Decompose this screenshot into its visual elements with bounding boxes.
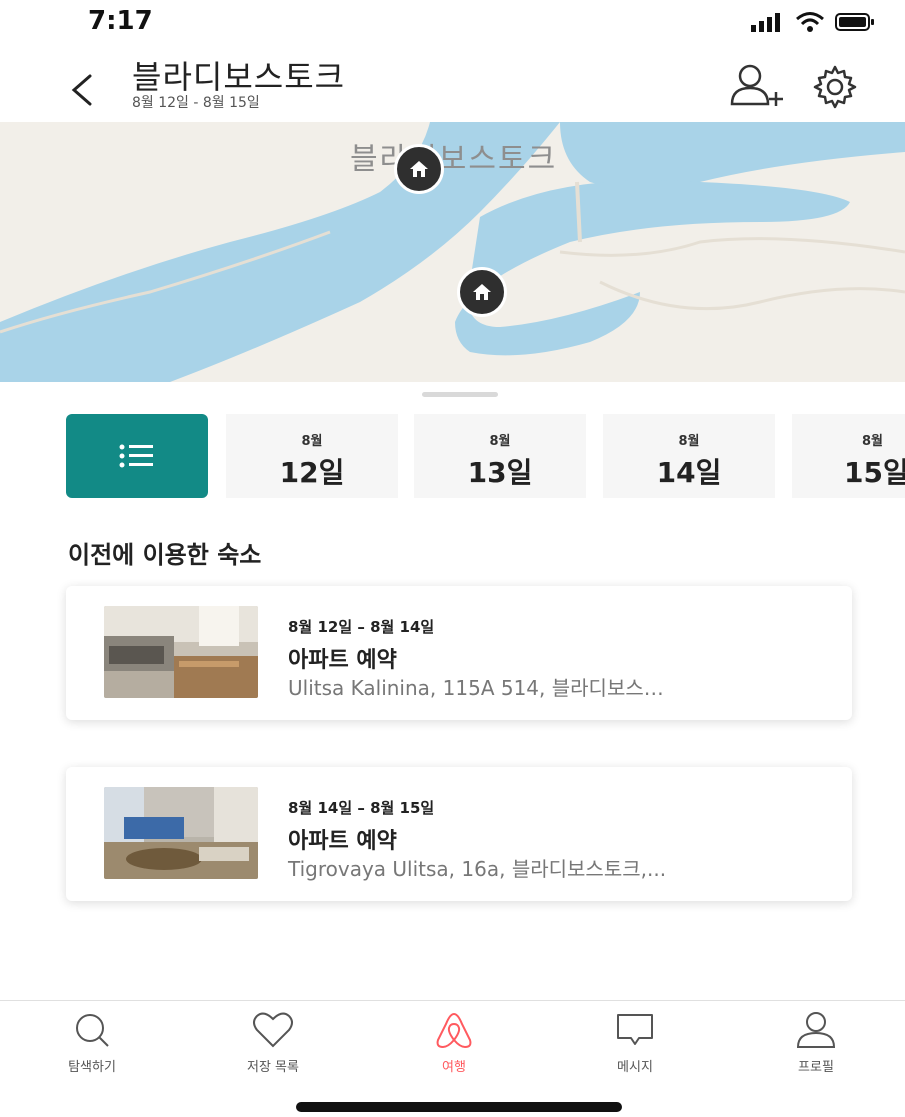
- date-month: 8월: [678, 434, 700, 449]
- home-icon: [473, 284, 491, 300]
- nav-label: 탐색하기: [68, 1060, 116, 1075]
- nav-label: 메시지: [617, 1060, 653, 1075]
- date-tab-15[interactable]: 8월 15일: [792, 414, 905, 498]
- settings-button[interactable]: [812, 64, 858, 110]
- signal-icon: [751, 13, 780, 32]
- nav-label: 여행: [442, 1060, 466, 1075]
- date-day: 15일: [844, 456, 905, 489]
- search-icon: [76, 1014, 109, 1047]
- profile-icon: [796, 1012, 836, 1048]
- chevron-left-icon: [71, 74, 92, 106]
- list-icon: [119, 444, 153, 468]
- date-day: 12일: [279, 456, 345, 489]
- nav-profile[interactable]: 프로필: [746, 1010, 886, 1080]
- status-time: 7:17: [88, 6, 153, 36]
- nav-trips[interactable]: 여행: [384, 1010, 524, 1080]
- reservation-address: Ulitsa Kalinina, 115A 514, 블라디보스…: [288, 676, 664, 700]
- date-tab-12[interactable]: 8월 12일: [226, 414, 398, 498]
- listing-photo: [104, 606, 258, 698]
- battery-icon: [835, 13, 874, 31]
- reservation-card[interactable]: 8월 14일 – 8월 15일 아파트 예약 Tigrovaya Ulitsa,…: [66, 767, 852, 901]
- nav-saved[interactable]: 저장 목록: [203, 1010, 343, 1080]
- date-month: 8월: [301, 434, 323, 449]
- date-month: 8월: [489, 434, 511, 449]
- reservation-title: 아파트 예약: [288, 829, 397, 854]
- trip-dates: 8월 12일 - 8월 15일: [132, 95, 260, 111]
- airbnb-logo-icon: [436, 1012, 472, 1049]
- date-month: 8월: [862, 434, 884, 449]
- list-view-button[interactable]: [66, 414, 208, 498]
- section-title: 이전에 이용한 숙소: [68, 541, 262, 569]
- date-day: 14일: [656, 456, 722, 489]
- home-icon: [410, 161, 428, 177]
- map-city-label: 블라디보스토크: [350, 142, 558, 177]
- reservation-address: Tigrovaya Ulitsa, 16a, 블라디보스토크,...: [288, 857, 667, 881]
- message-icon: [617, 1014, 653, 1045]
- date-tab-14[interactable]: 8월 14일: [603, 414, 775, 498]
- wifi-icon: [796, 12, 824, 32]
- date-day: 13일: [467, 456, 533, 489]
- add-guest-button[interactable]: [728, 62, 788, 112]
- reservation-dates: 8월 14일 – 8월 15일: [288, 799, 435, 817]
- nav-label: 저장 목록: [247, 1060, 299, 1075]
- nav-explore[interactable]: 탐색하기: [22, 1010, 162, 1080]
- nav-messages[interactable]: 메시지: [565, 1010, 705, 1080]
- drag-handle[interactable]: [422, 392, 498, 397]
- reservation-card[interactable]: 8월 12일 – 8월 14일 아파트 예약 Ulitsa Kalinina, …: [66, 586, 852, 720]
- reservation-dates: 8월 12일 – 8월 14일: [288, 618, 435, 636]
- nav-divider: [0, 1000, 905, 1001]
- add-person-icon: [730, 64, 783, 106]
- heart-icon: [253, 1012, 293, 1048]
- map[interactable]: 블라디보스토크: [0, 122, 905, 382]
- home-indicator: [296, 1102, 622, 1112]
- nav-label: 프로필: [798, 1060, 834, 1075]
- gear-icon: [813, 65, 857, 109]
- map-pin-stay-2[interactable]: [457, 267, 507, 317]
- status-icons: [751, 10, 875, 34]
- date-tab-13[interactable]: 8월 13일: [414, 414, 586, 498]
- listing-photo: [104, 787, 258, 879]
- reservation-title: 아파트 예약: [288, 648, 397, 673]
- back-button[interactable]: [64, 70, 104, 110]
- map-pin-stay-1[interactable]: [394, 144, 444, 194]
